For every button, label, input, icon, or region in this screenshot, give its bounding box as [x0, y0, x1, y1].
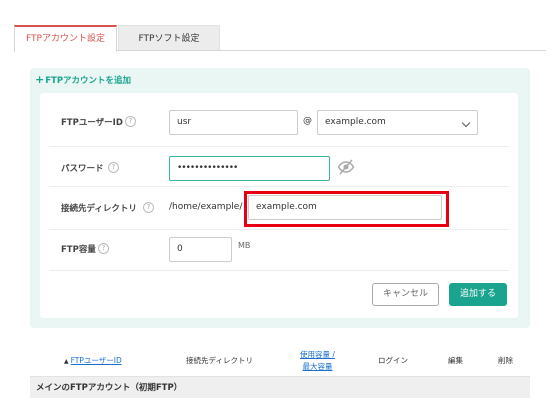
- tab-ftp-software-settings[interactable]: FTPソフト設定: [118, 25, 220, 51]
- highlight-box: [244, 191, 449, 227]
- column-header-user-id[interactable]: ▲ FTPユーザーID: [64, 355, 122, 366]
- domain-select-value: example.com: [325, 117, 386, 127]
- sort-max-capacity-link[interactable]: 最大容量: [302, 362, 332, 371]
- group-row-main-account: メインのFTPアカウント（初期FTP）: [30, 376, 530, 398]
- directory-prefix: /home/example/: [169, 202, 243, 212]
- column-header-login: ログイン: [378, 356, 408, 365]
- eye-slash-icon[interactable]: [337, 158, 355, 176]
- sort-asc-icon: ▲: [64, 358, 69, 365]
- tab-bar: FTPアカウント設定 FTPソフト設定: [14, 25, 546, 52]
- domain-select[interactable]: example.com: [317, 110, 478, 135]
- tab-ftp-account-settings[interactable]: FTPアカウント設定: [14, 25, 117, 52]
- capacity-label: FTP容量: [61, 245, 96, 255]
- column-header-edit: 編集: [448, 356, 463, 365]
- row-divider: [49, 186, 509, 187]
- column-header-delete: 削除: [498, 356, 513, 365]
- help-icon[interactable]: ?: [125, 116, 136, 127]
- add-account-label: FTPアカウントを追加: [45, 76, 132, 86]
- row-divider: [49, 229, 509, 230]
- column-header-usage[interactable]: 使用容量 / 最大容量: [300, 349, 335, 373]
- add-account-link[interactable]: +FTPアカウントを追加: [35, 73, 131, 86]
- capacity-unit: MB: [238, 241, 251, 250]
- at-sign: @: [303, 116, 312, 126]
- chevron-down-icon: [461, 118, 471, 128]
- capacity-input[interactable]: 0: [169, 237, 232, 262]
- directory-label: 接続先ディレクトリ: [61, 204, 137, 214]
- column-header-directory: 接続先ディレクトリ: [186, 356, 253, 365]
- row-divider: [49, 146, 509, 147]
- password-input[interactable]: ••••••••••••••: [169, 156, 330, 181]
- password-label: パスワード: [61, 164, 104, 174]
- help-icon[interactable]: ?: [108, 162, 119, 173]
- sort-usage-link[interactable]: 使用容量 /: [300, 350, 335, 359]
- help-icon[interactable]: ?: [98, 243, 109, 254]
- user-id-input[interactable]: usr: [169, 110, 298, 135]
- user-id-label: FTPユーザーID: [61, 118, 123, 128]
- cancel-button[interactable]: キャンセル: [372, 283, 439, 306]
- plus-icon: +: [35, 73, 45, 86]
- row-divider: [49, 270, 509, 271]
- add-button[interactable]: 追加する: [449, 283, 507, 306]
- sort-user-id-link[interactable]: FTPユーザーID: [71, 356, 122, 365]
- help-icon[interactable]: ?: [143, 202, 154, 213]
